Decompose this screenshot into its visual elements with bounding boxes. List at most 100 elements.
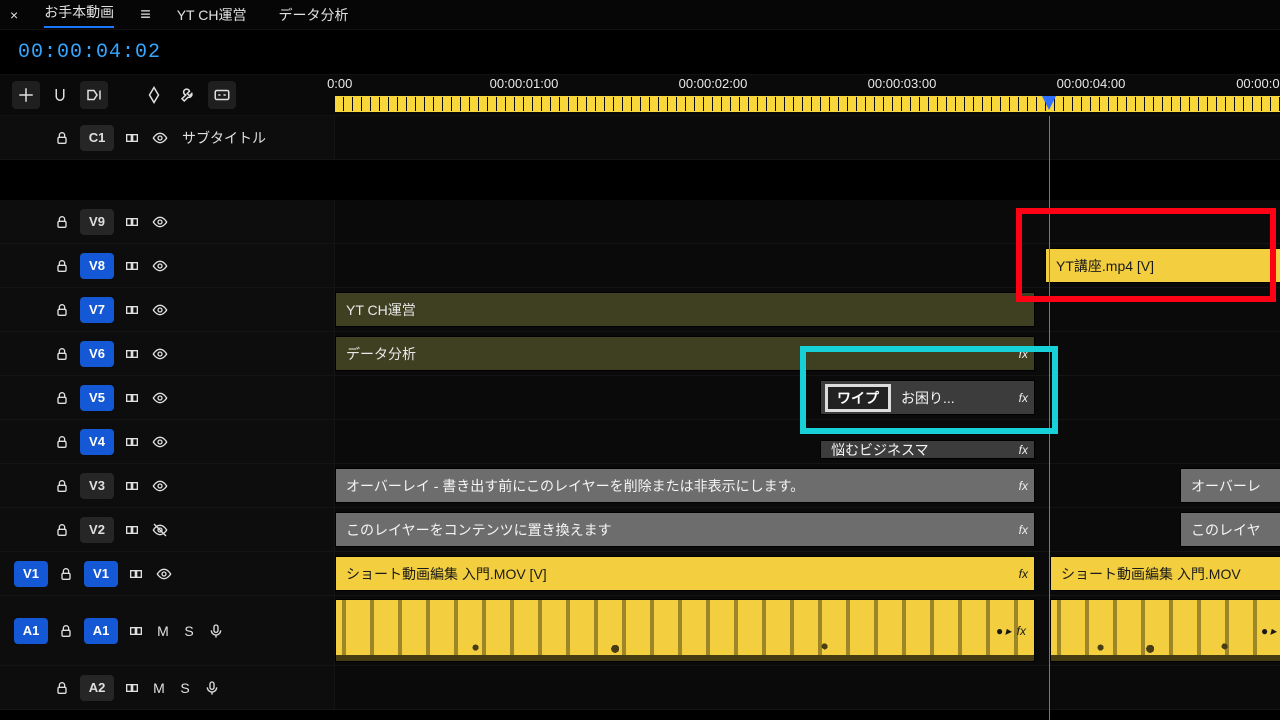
video-track-id[interactable]: V5 [80, 385, 114, 411]
clip-thumbnail: ワイプ [825, 384, 891, 412]
video-clip[interactable]: このレイヤーをコンテンツに置き換えますfx [335, 512, 1035, 547]
sync-lock-icon[interactable] [122, 390, 142, 406]
panel-menu-icon[interactable]: ≡ [130, 4, 161, 25]
video-clip[interactable]: このレイヤ [1180, 512, 1280, 547]
ruler-label: 00:00:05:00 [1236, 76, 1280, 91]
track-lane[interactable]: データ分析fx [335, 332, 1280, 375]
audio-track-id[interactable]: A1 [84, 618, 118, 644]
snap-icon[interactable] [46, 81, 74, 109]
video-track-id[interactable]: V4 [80, 429, 114, 455]
video-clip[interactable]: データ分析fx [335, 336, 1035, 371]
lock-icon[interactable] [52, 214, 72, 230]
video-track-id[interactable]: V1 [84, 561, 118, 587]
video-track-id[interactable]: V2 [80, 517, 114, 543]
track-lane[interactable] [335, 200, 1280, 243]
video-track-v4: V4 悩むビジネスマfx [0, 420, 1280, 464]
linked-selection-icon[interactable] [80, 81, 108, 109]
tab-data-analysis[interactable]: データ分析 [262, 1, 364, 29]
tab-yt-ch[interactable]: YT CH運営 [161, 1, 263, 29]
lock-icon[interactable] [52, 258, 72, 274]
track-lane[interactable]: YT CH運営 [335, 288, 1280, 331]
video-clip[interactable]: ワイプお困り...fx [820, 380, 1035, 415]
audio-clip[interactable]: fx [1050, 599, 1280, 662]
source-patch[interactable]: A1 [14, 618, 48, 644]
lock-icon[interactable] [52, 680, 72, 696]
lock-icon[interactable] [52, 130, 72, 146]
audio-clip[interactable]: fx [335, 599, 1035, 662]
eye-icon[interactable] [150, 346, 170, 362]
eye-icon[interactable] [150, 478, 170, 494]
track-lane[interactable]: YT講座.mp4 [V] [335, 244, 1280, 287]
sync-lock-icon[interactable] [122, 214, 142, 230]
track-lane[interactable]: 悩むビジネスマfx [335, 420, 1280, 463]
sync-lock-icon[interactable] [122, 478, 142, 494]
video-track-id[interactable]: V3 [80, 473, 114, 499]
sync-lock-icon[interactable] [122, 258, 142, 274]
lock-icon[interactable] [56, 566, 76, 582]
video-track-id[interactable]: V8 [80, 253, 114, 279]
lock-icon[interactable] [52, 434, 72, 450]
eye-icon[interactable] [150, 258, 170, 274]
solo-button[interactable]: S [180, 623, 198, 639]
lock-icon[interactable] [52, 302, 72, 318]
marker-icon[interactable] [140, 81, 168, 109]
timeline-tool-buttons [0, 81, 335, 109]
playhead-timecode[interactable]: 00:00:04:02 [0, 35, 179, 70]
eye-hidden-icon[interactable] [150, 522, 170, 538]
eye-icon[interactable] [150, 302, 170, 318]
sync-lock-icon[interactable] [126, 566, 146, 582]
sync-lock-icon[interactable] [122, 346, 142, 362]
lock-icon[interactable] [56, 623, 76, 639]
close-icon[interactable]: × [0, 7, 28, 23]
video-track-id[interactable]: V6 [80, 341, 114, 367]
sync-lock-icon[interactable] [126, 623, 146, 639]
video-clip[interactable]: 悩むビジネスマfx [820, 440, 1035, 459]
voiceover-icon[interactable] [202, 680, 222, 696]
video-clip[interactable]: オーバーレイ - 書き出す前にこのレイヤーを削除または非表示にします。fx [335, 468, 1035, 503]
sync-lock-icon[interactable] [122, 680, 142, 696]
solo-button[interactable]: S [176, 680, 194, 696]
eye-icon[interactable] [150, 130, 170, 146]
track-lane[interactable] [335, 666, 1280, 709]
lock-icon[interactable] [52, 522, 72, 538]
mute-button[interactable]: M [150, 680, 168, 696]
video-track-v9: V9 [0, 200, 1280, 244]
track-lane[interactable]: fx fx [335, 596, 1280, 665]
sync-lock-icon[interactable] [122, 522, 142, 538]
mute-button[interactable]: M [154, 623, 172, 639]
lock-icon[interactable] [52, 390, 72, 406]
caption-track: C1 サブタイトル [0, 116, 1280, 160]
lock-icon[interactable] [52, 478, 72, 494]
track-lane[interactable]: ワイプお困り...fx [335, 376, 1280, 419]
eye-icon[interactable] [154, 566, 174, 582]
eye-icon[interactable] [150, 434, 170, 450]
voiceover-icon[interactable] [206, 623, 226, 639]
caption-track-id[interactable]: C1 [80, 125, 114, 151]
source-patch[interactable]: V1 [14, 561, 48, 587]
wrench-icon[interactable] [174, 81, 202, 109]
sync-lock-icon[interactable] [122, 130, 142, 146]
track-lane[interactable]: このレイヤーをコンテンツに置き換えますfx このレイヤ [335, 508, 1280, 551]
video-clip[interactable]: ショート動画編集 入門.MOV [1050, 556, 1280, 591]
clip-fx-badge: fx [1019, 567, 1028, 581]
track-lane[interactable]: オーバーレイ - 書き出す前にこのレイヤーを削除または非表示にします。fx オーバ… [335, 464, 1280, 507]
clip-fx-badge: fx [1019, 479, 1028, 493]
sync-lock-icon[interactable] [122, 434, 142, 450]
video-clip[interactable]: YT講座.mp4 [V] [1045, 248, 1280, 283]
video-track-id[interactable]: V9 [80, 209, 114, 235]
video-clip[interactable]: オーバーレ [1180, 468, 1280, 503]
video-clip[interactable]: ショート動画編集 入門.MOV [V]fx [335, 556, 1035, 591]
eye-icon[interactable] [150, 214, 170, 230]
tab-active[interactable]: お手本動画 [28, 0, 130, 32]
caption-icon[interactable] [208, 81, 236, 109]
waveform [1051, 600, 1280, 661]
video-track-id[interactable]: V7 [80, 297, 114, 323]
video-clip[interactable]: YT CH運営 [335, 292, 1035, 327]
time-ruler[interactable]: 0:0000:00:01:0000:00:02:0000:00:03:0000:… [335, 74, 1280, 116]
eye-icon[interactable] [150, 390, 170, 406]
track-lane[interactable]: ショート動画編集 入門.MOV [V]fx ショート動画編集 入門.MOV [335, 552, 1280, 595]
sync-lock-icon[interactable] [122, 302, 142, 318]
lock-icon[interactable] [52, 346, 72, 362]
audio-track-id[interactable]: A2 [80, 675, 114, 701]
insert-icon[interactable] [12, 81, 40, 109]
